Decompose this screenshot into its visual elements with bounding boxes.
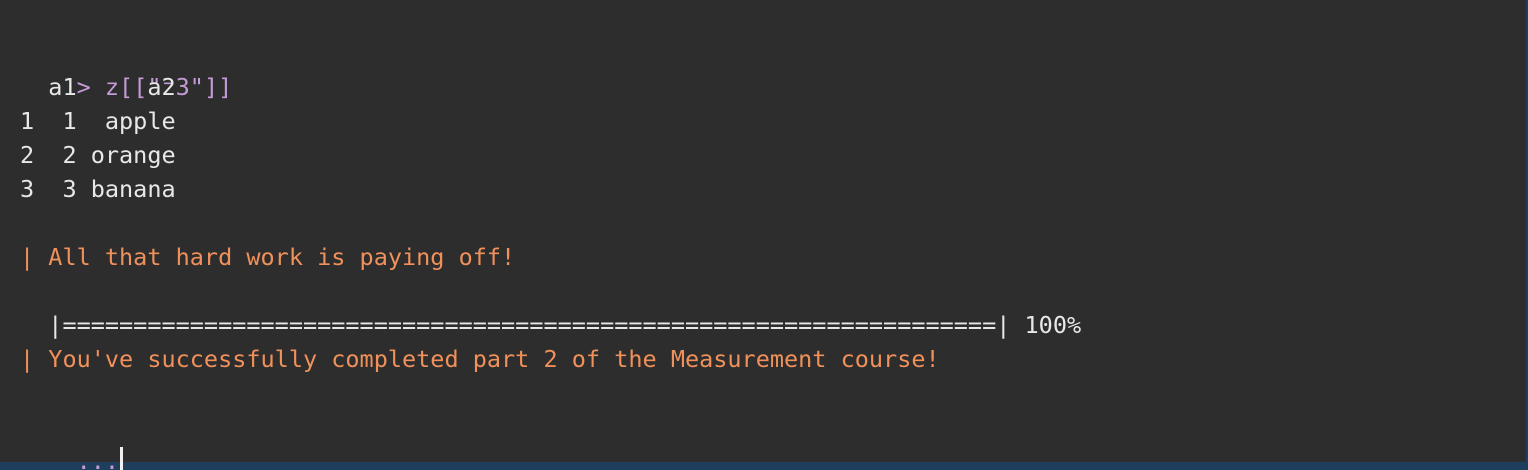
text-cursor bbox=[120, 446, 124, 470]
table-header: a1 a2 bbox=[20, 73, 176, 101]
continue-line[interactable]: ... bbox=[20, 410, 124, 470]
progress-bar: |=======================================… bbox=[20, 311, 1082, 339]
completion-message: | You've successfully completed part 2 o… bbox=[20, 345, 940, 373]
table-row: 1 1 apple bbox=[20, 107, 176, 135]
table-row: 3 3 banana bbox=[20, 175, 176, 203]
continue-prompt: ... bbox=[76, 447, 120, 470]
r-console[interactable]: > z[["z3"]] a1 a2 1 1 apple 2 2 orange 3… bbox=[0, 0, 1528, 470]
feedback-message: | All that hard work is paying off! bbox=[20, 243, 516, 271]
command-line: > z[["z3"]] bbox=[20, 36, 233, 101]
table-row: 2 2 orange bbox=[20, 141, 176, 169]
